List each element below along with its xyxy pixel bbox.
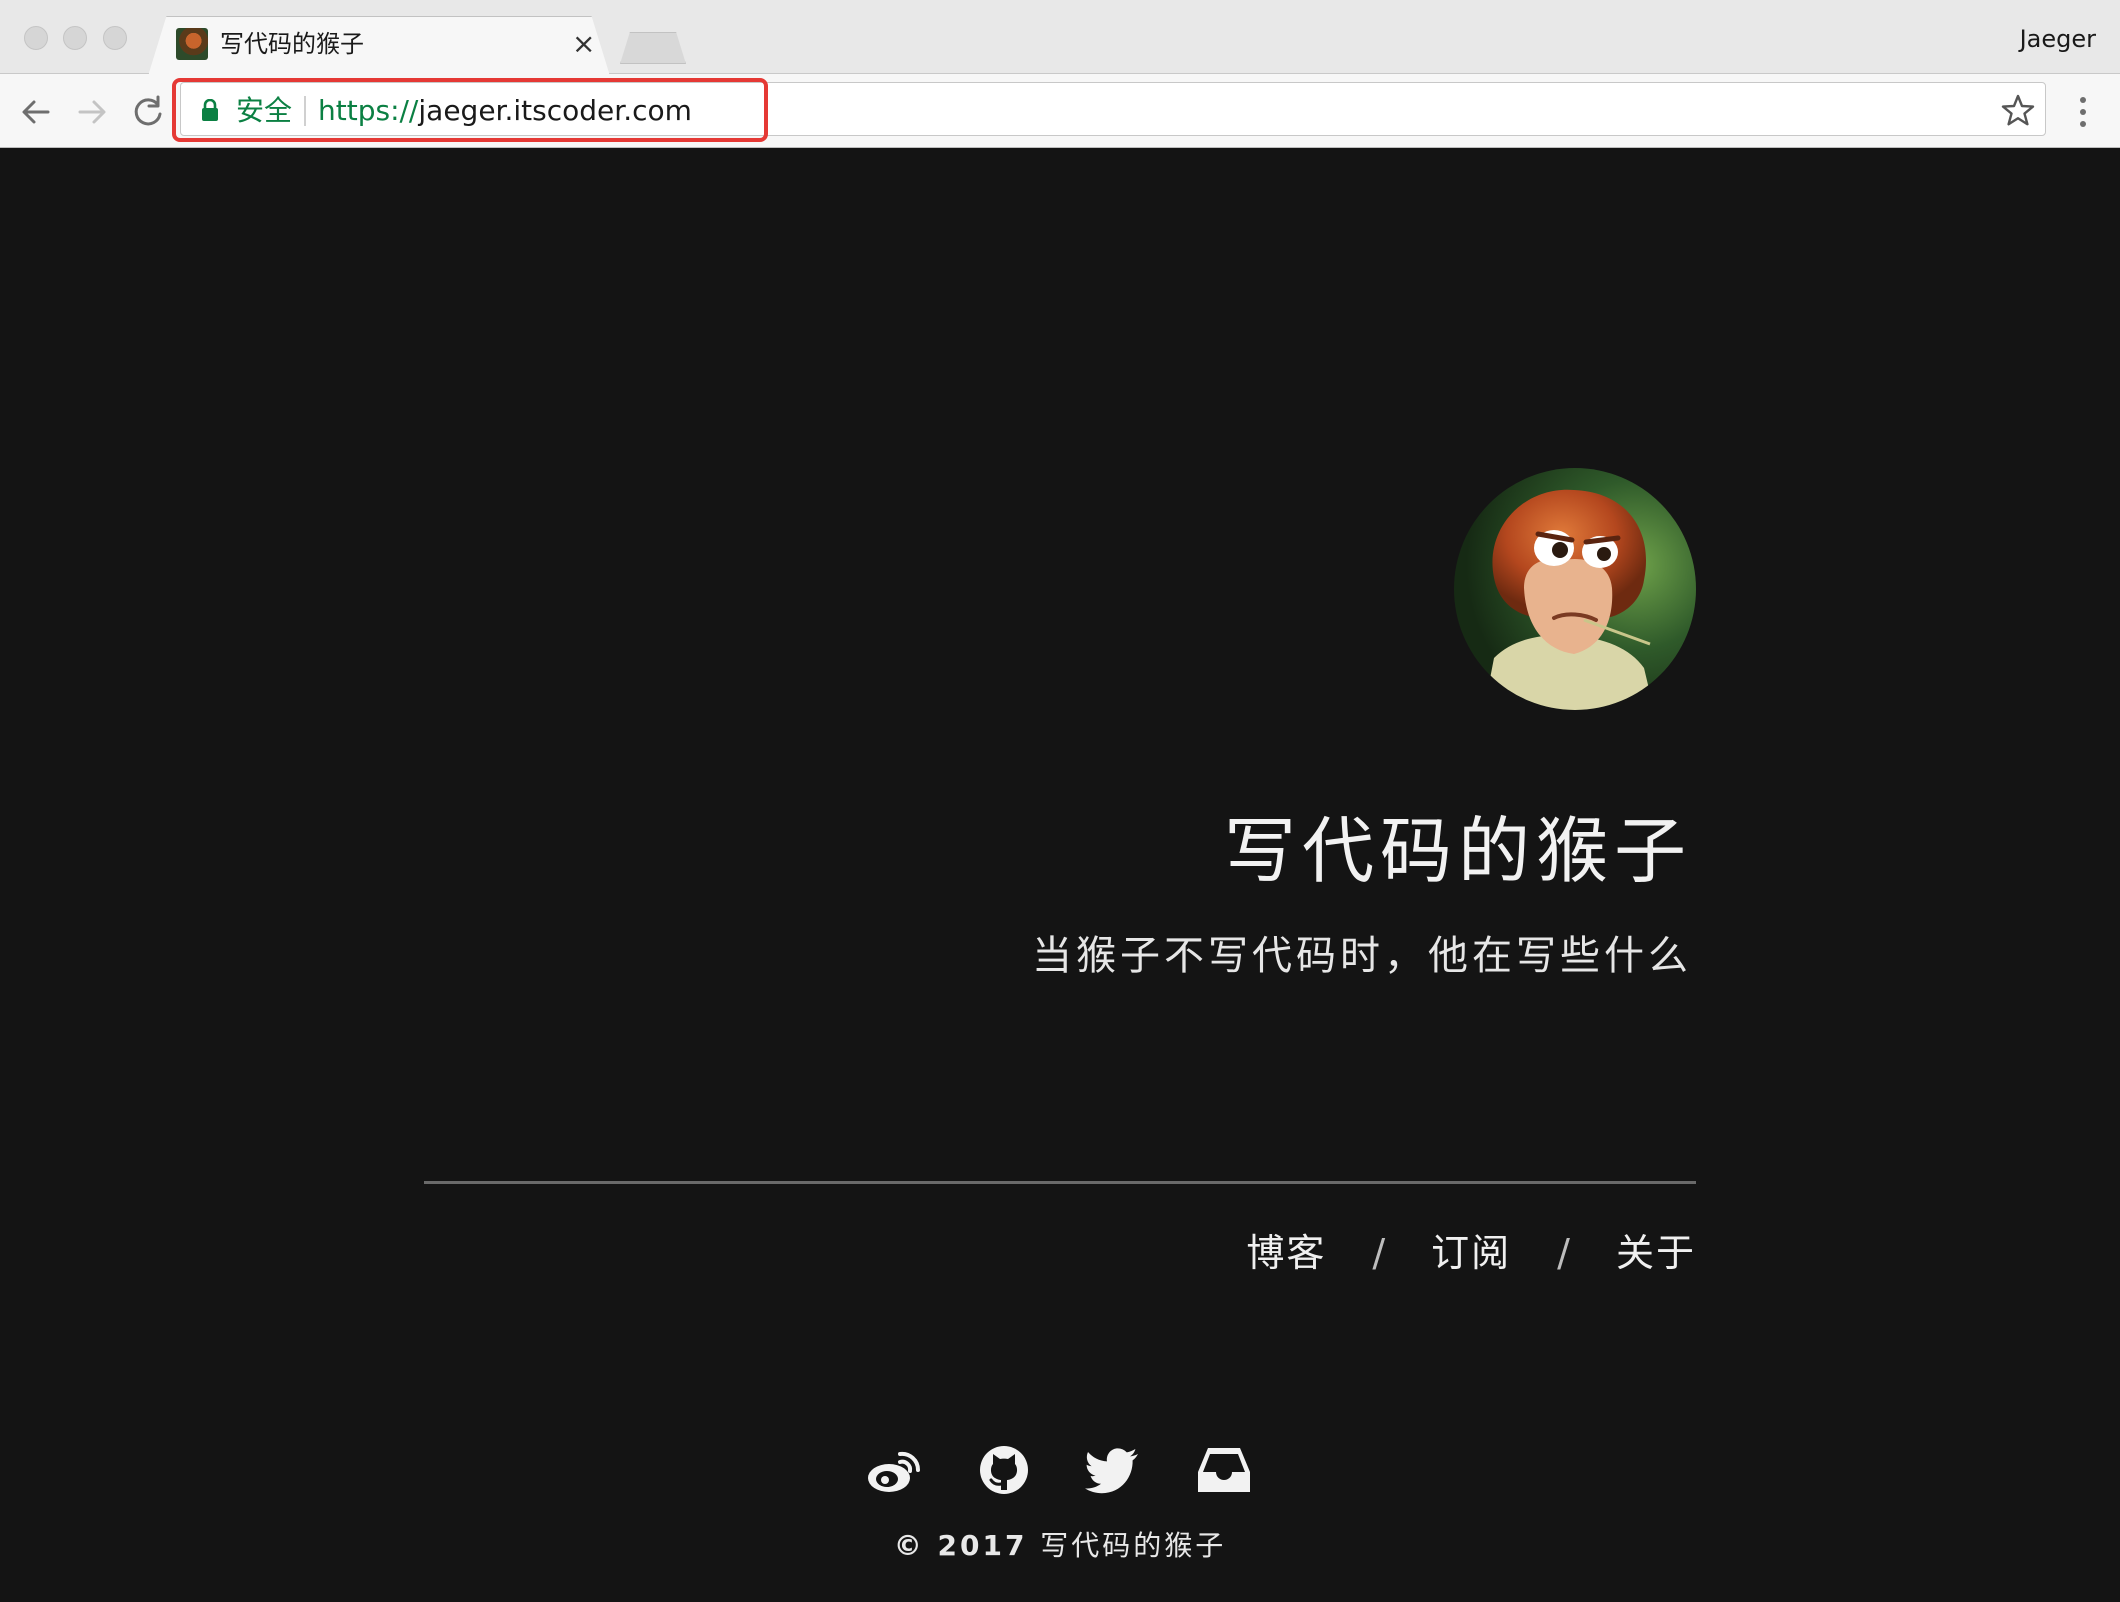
weibo-icon[interactable] — [864, 1440, 924, 1500]
nav-blog-link[interactable]: 博客 — [1246, 1226, 1326, 1280]
lock-icon[interactable] — [200, 98, 220, 121]
copyright-name: 写代码的猴子 — [1040, 1529, 1227, 1562]
star-icon[interactable] — [2000, 92, 2036, 128]
profile-name[interactable]: Jaeger — [2020, 22, 2096, 56]
copyright-year: © 2017 — [893, 1529, 1028, 1562]
browser-tab[interactable] — [148, 16, 610, 76]
tab-favicon-icon — [176, 28, 208, 60]
close-window-button[interactable] — [24, 26, 48, 50]
secure-label[interactable]: 安全 — [236, 92, 292, 130]
nav-about-link[interactable]: 关于 — [1616, 1226, 1696, 1280]
site-subtitle: 当猴子不写代码时，他在写些什么 — [1032, 933, 1692, 979]
forward-arrow-icon[interactable] — [72, 92, 112, 132]
divider — [424, 1181, 1696, 1184]
url-text[interactable]: https://jaeger.itscoder.com — [318, 92, 692, 130]
url-host: jaeger.itscoder.com — [418, 94, 692, 127]
nav-separator: / — [1372, 1231, 1386, 1275]
site-nav: 博客 / 订阅 / 关于 — [1246, 1226, 1696, 1280]
nav-separator: / — [1557, 1231, 1570, 1275]
github-icon[interactable] — [974, 1440, 1034, 1500]
kebab-menu-icon[interactable] — [2068, 92, 2098, 132]
copyright: © 2017 写代码的猴子 — [0, 1526, 2120, 1566]
new-tab-button[interactable] — [620, 32, 686, 64]
tab-title: 写代码的猴子 — [220, 30, 364, 58]
reload-icon[interactable] — [128, 92, 168, 132]
tab-close-icon[interactable]: × — [572, 28, 595, 60]
address-separator — [304, 96, 306, 126]
back-arrow-icon[interactable] — [16, 92, 56, 132]
site-title: 写代码的猴子 — [1223, 809, 1692, 893]
avatar — [1454, 468, 1696, 710]
url-scheme: https:// — [318, 94, 419, 127]
zoom-window-button[interactable] — [103, 26, 127, 50]
minimize-window-button[interactable] — [63, 26, 87, 50]
nav-subscribe-link[interactable]: 订阅 — [1431, 1226, 1511, 1280]
twitter-icon[interactable] — [1084, 1440, 1144, 1500]
inbox-icon[interactable] — [1194, 1440, 1254, 1500]
social-links — [864, 1440, 1256, 1500]
